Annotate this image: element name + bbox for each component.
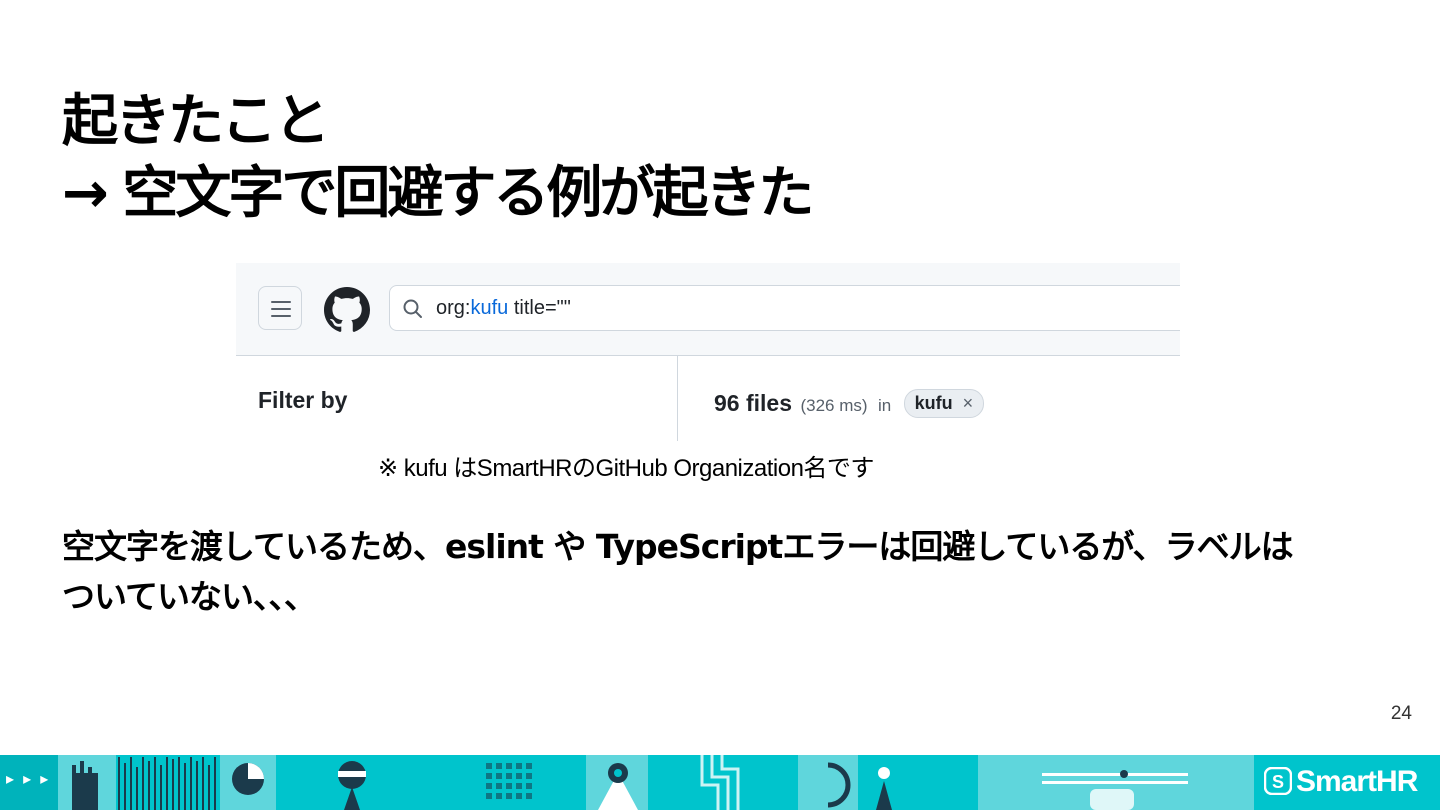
smarthr-brand: S SmartHR <box>1254 755 1440 810</box>
menu-icon[interactable] <box>258 286 302 330</box>
slide-title: 起きたこと → 空文字で回避する例が起きた <box>62 86 814 230</box>
result-in: in <box>877 396 892 415</box>
org-note: ※ kufu はSmartHRのGitHub Organization名です <box>378 455 874 482</box>
footer-arrows: ▸ ▸ ▸ <box>0 755 58 810</box>
search-query-org: kufu <box>470 297 509 319</box>
search-input[interactable]: org:kufu title="" <box>389 285 1180 331</box>
results-summary: 96 files (326 ms) in kufu × <box>714 389 985 418</box>
page-number: 24 <box>1390 703 1412 724</box>
body-line-2: ついていない、、、 <box>62 577 317 616</box>
title-line-1: 起きたこと <box>62 89 330 154</box>
github-logo-icon[interactable] <box>324 287 370 333</box>
filter-by-label: Filter by <box>258 387 348 413</box>
body-text: 空文字を渡しているため、eslint や TypeScriptエラーは回避してい… <box>62 522 1382 622</box>
org-filter-chip[interactable]: kufu × <box>903 389 985 418</box>
smarthr-logo-icon: S <box>1264 767 1292 795</box>
footer-illustration <box>58 755 1254 810</box>
result-count: 96 files <box>714 390 792 416</box>
body-line-1: 空文字を渡しているため、eslint や TypeScriptエラーは回避してい… <box>62 527 1294 566</box>
close-icon[interactable]: × <box>963 393 974 413</box>
brand-name: SmartHR <box>1296 765 1418 798</box>
svg-text:S: S <box>1272 772 1284 792</box>
github-header: org:kufu title="" <box>236 263 1180 356</box>
footer-band: ▸ ▸ ▸ S SmartHR <box>0 755 1440 810</box>
search-query: org:kufu title="" <box>436 297 571 319</box>
divider <box>677 356 678 441</box>
title-line-2: → 空文字で回避する例が起きた <box>62 161 814 226</box>
search-icon <box>403 299 422 318</box>
result-time: (326 ms) <box>800 396 868 415</box>
github-search-screenshot: org:kufu title="" Filter by 96 files (32… <box>236 263 1180 441</box>
